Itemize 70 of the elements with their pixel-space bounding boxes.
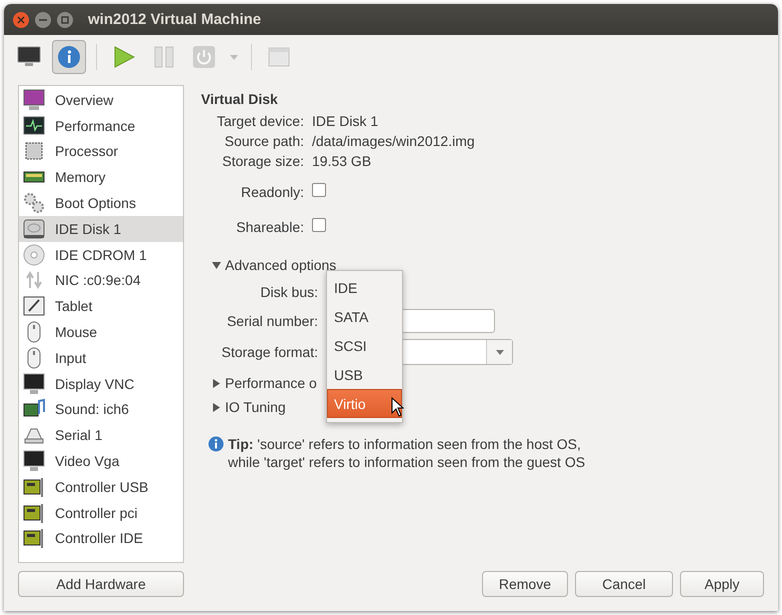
field-value: IDE Disk 1 [312, 113, 380, 129]
dialog-button[interactable]: Apply [680, 571, 764, 597]
field-label: Storage size: [221, 153, 304, 169]
monitor-icon [23, 372, 45, 395]
expand-arrow-icon [212, 402, 221, 412]
dialog-button[interactable]: Cancel [575, 571, 673, 597]
graph-icon [23, 114, 45, 137]
sidebar-item[interactable]: Controller IDE [19, 526, 183, 552]
field-label: Serial number: [226, 313, 318, 329]
sidebar-item[interactable]: Video Vga [19, 448, 183, 474]
play-icon [113, 46, 135, 68]
tip-text: Tip: 'source' refers to information seen from the host OS, while 'target' refers to information seen from the guest OS [228, 435, 586, 471]
field-label: Disk bus: [259, 284, 318, 300]
sidebar-item[interactable]: Input [19, 344, 183, 371]
expand-arrow-icon [212, 378, 221, 388]
menu-item[interactable]: SATA [327, 302, 402, 331]
sidebar-item[interactable]: Boot Options [19, 190, 183, 216]
sidebar-item[interactable]: Performance [19, 112, 183, 139]
section-title: Virtual Disk [201, 91, 279, 107]
info-icon [208, 436, 224, 452]
menu-item[interactable]: SCSI [327, 331, 402, 360]
expander[interactable]: IO Tuning [212, 395, 286, 419]
add-hardware-button[interactable]: Add Hardware [18, 571, 184, 597]
collapse-arrow-icon [212, 260, 221, 270]
chip-icon [23, 140, 45, 162]
cursor-icon [391, 397, 405, 417]
sidebar-item[interactable]: Tablet [19, 293, 183, 320]
sidebar-item[interactable]: IDE CDROM 1 [19, 242, 183, 268]
field-label: Storage format: [220, 344, 318, 360]
info-icon [57, 45, 81, 69]
sidebar-item[interactable]: IDE Disk 1 [19, 216, 183, 242]
sidebar-item[interactable]: Processor [19, 138, 183, 164]
sidebar-item[interactable]: Controller USB [19, 474, 183, 500]
disc-icon [23, 244, 45, 266]
checkbox[interactable] [312, 183, 326, 197]
close-icon[interactable] [12, 10, 30, 28]
field-label: Source path: [224, 133, 304, 149]
expansion-card-icon [23, 527, 45, 550]
sidebar-item[interactable]: Overview [19, 87, 183, 113]
monitor-icon [23, 450, 45, 472]
menu-item[interactable]: USB [327, 360, 402, 389]
sidebar-item[interactable]: Serial 1 [19, 422, 183, 448]
sidebar-item[interactable]: Controller pci [19, 500, 183, 526]
sidebar-item[interactable]: Display VNC [19, 370, 183, 397]
field-label: Target device: [216, 113, 304, 129]
sidebar-item[interactable]: Sound: ich6 [19, 396, 183, 422]
field-label: Shareable: [235, 218, 304, 234]
pause-icon [154, 46, 174, 68]
window-title: win2012 Virtual Machine [88, 11, 262, 28]
expander[interactable]: Performance o [212, 371, 317, 395]
maximize-icon[interactable] [56, 10, 74, 28]
checkbox[interactable] [312, 218, 326, 232]
field-value: 19.53 GB [312, 153, 372, 169]
tablet-icon [23, 295, 45, 318]
minimize-icon[interactable] [34, 10, 52, 28]
field-value: /data/images/win2012.img [312, 133, 476, 149]
sidebar-item[interactable]: Memory [19, 164, 183, 190]
caret-icon [230, 54, 238, 60]
fullscreen-icon [268, 47, 290, 67]
monitor-icon [23, 88, 45, 111]
expansion-card-icon [23, 476, 45, 498]
gears-icon [23, 192, 45, 214]
sidebar-item[interactable]: NIC :c0:9e:04 [19, 268, 183, 294]
sidebar-item[interactable]: Mouse [19, 319, 183, 345]
expansion-card-icon [23, 502, 45, 524]
caret-icon [496, 350, 504, 354]
field-label: Readonly: [240, 184, 304, 200]
power-icon [193, 46, 215, 68]
dialog-button[interactable]: Remove [482, 571, 568, 597]
monitor-icon [17, 46, 41, 68]
